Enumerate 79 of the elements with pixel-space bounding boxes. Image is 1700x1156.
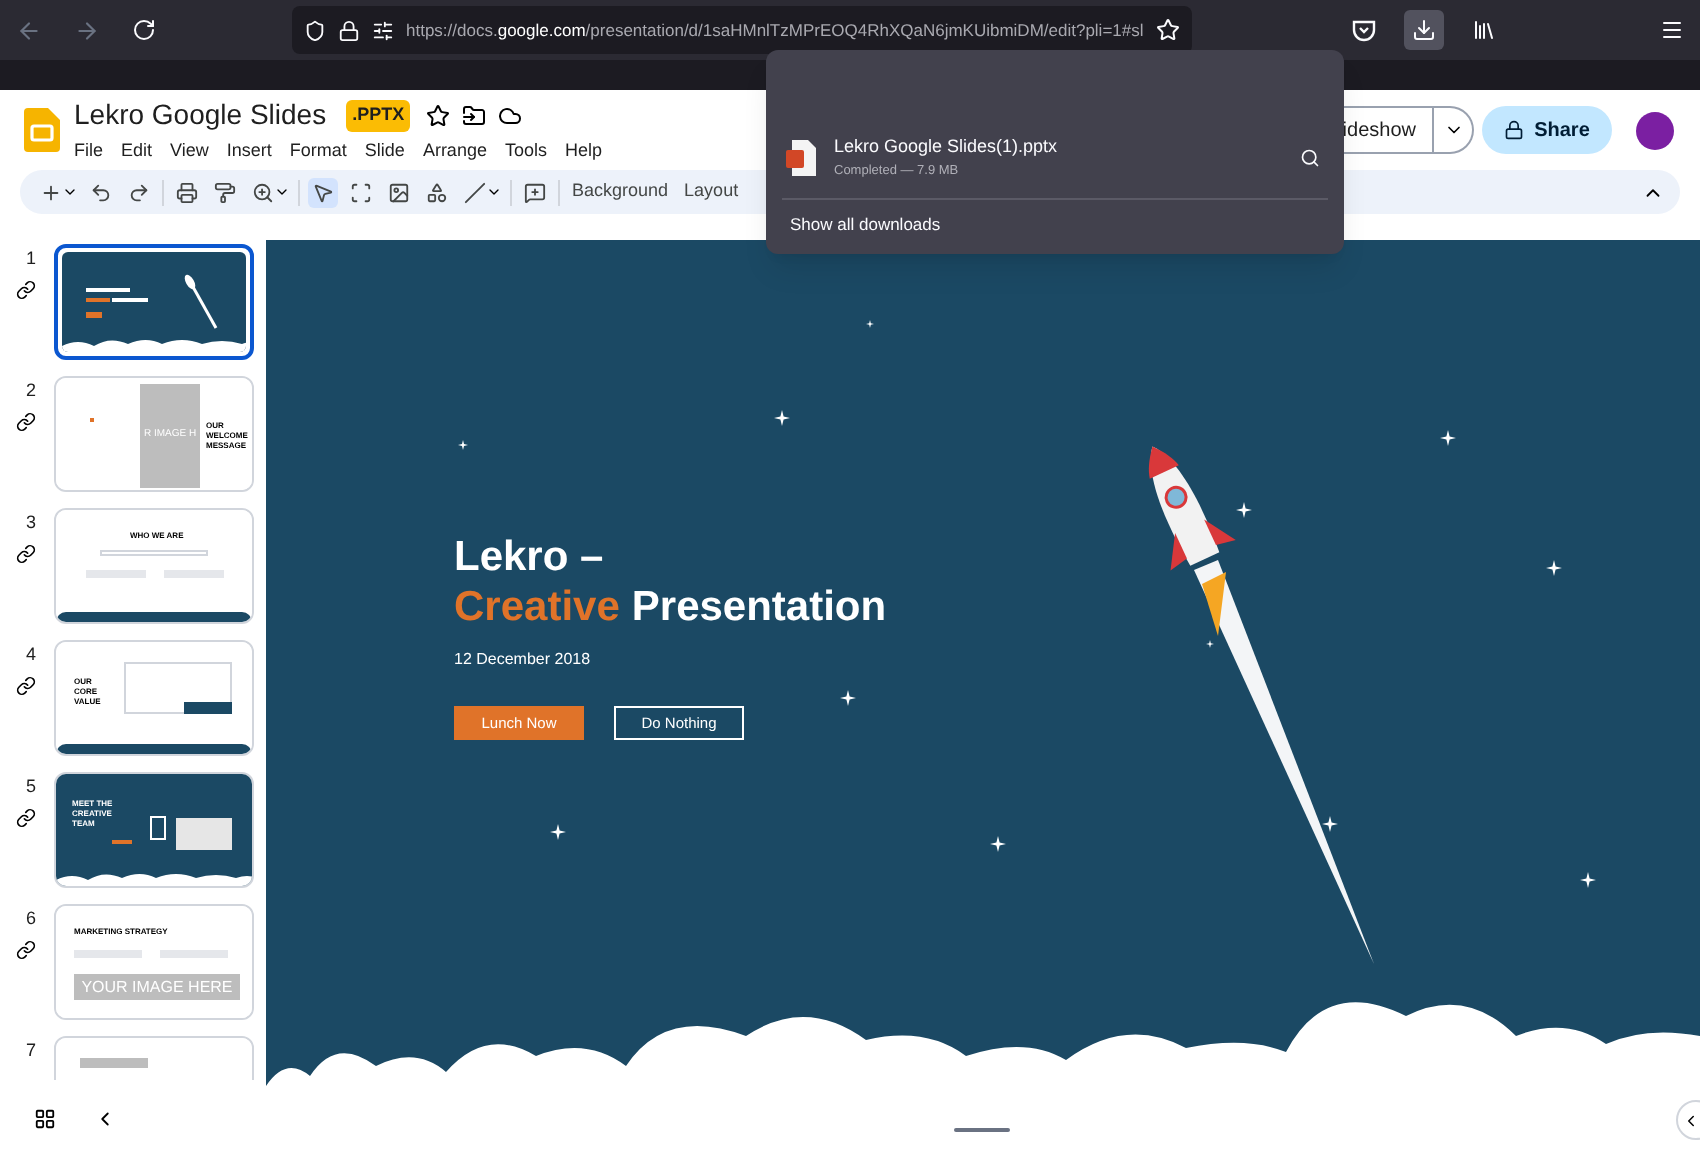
share-button[interactable]: Share bbox=[1482, 106, 1612, 154]
slide-title: Creative bbox=[454, 582, 620, 632]
chevron-left-icon bbox=[1682, 1111, 1700, 1129]
downloads-button[interactable] bbox=[1404, 10, 1444, 50]
menu-icon[interactable] bbox=[1660, 18, 1684, 42]
menu-item[interactable]: View bbox=[170, 138, 209, 166]
grid-view-icon[interactable] bbox=[34, 1107, 56, 1129]
menu-item[interactable]: Arrange bbox=[422, 138, 487, 166]
menu-item[interactable]: File bbox=[74, 138, 104, 166]
slide-number: 2 bbox=[25, 378, 36, 404]
slide-date: 12 December 2018 bbox=[454, 648, 591, 672]
link-icon bbox=[15, 939, 35, 959]
library-icon[interactable] bbox=[1472, 18, 1496, 42]
link-icon bbox=[15, 807, 35, 827]
reload-icon[interactable] bbox=[132, 18, 156, 42]
show-all-downloads-link[interactable]: Show all downloads bbox=[790, 212, 1328, 238]
download-icon bbox=[1412, 18, 1436, 42]
lock-icon[interactable] bbox=[338, 19, 360, 41]
download-filename[interactable]: Lekro Google Slides(1).pptx bbox=[834, 133, 1058, 161]
cloud-icon[interactable] bbox=[498, 103, 523, 128]
menu-item[interactable]: Tools bbox=[504, 138, 547, 166]
lock-icon bbox=[1504, 120, 1525, 140]
link-icon bbox=[15, 675, 35, 695]
slide-thumbnail[interactable] bbox=[54, 244, 254, 360]
slide-number: 6 bbox=[25, 906, 36, 932]
back-icon[interactable] bbox=[16, 17, 42, 43]
slide-number: 3 bbox=[25, 510, 36, 536]
star-icon bbox=[1322, 816, 1338, 832]
star-icon bbox=[990, 836, 1006, 852]
file-type-badge: .PPTX bbox=[346, 100, 411, 131]
slide-number: 1 bbox=[25, 246, 36, 272]
slide-number: 5 bbox=[25, 774, 36, 800]
avatar[interactable] bbox=[1636, 111, 1674, 149]
link-icon bbox=[15, 543, 35, 563]
move-folder-icon[interactable] bbox=[462, 103, 487, 128]
star-icon bbox=[550, 824, 566, 840]
star-icon bbox=[1236, 502, 1252, 518]
presentation-file-icon bbox=[786, 140, 816, 176]
toolbar-button[interactable]: Layout bbox=[680, 178, 743, 206]
menu-item[interactable]: Insert bbox=[226, 138, 272, 166]
pocket-icon[interactable] bbox=[1352, 19, 1376, 41]
slide-number: 4 bbox=[25, 642, 36, 668]
star-icon bbox=[866, 320, 874, 328]
star-icon bbox=[1440, 430, 1456, 446]
star-icon bbox=[458, 440, 468, 450]
menu-item[interactable]: Edit bbox=[121, 138, 153, 166]
slide-title: Presentation bbox=[631, 582, 887, 632]
line-icon[interactable] bbox=[460, 177, 490, 207]
menu-item[interactable]: Slide bbox=[364, 138, 405, 166]
link-icon bbox=[15, 279, 35, 299]
star-icon[interactable] bbox=[426, 103, 451, 128]
address-bar[interactable]: https://docs.google.com/presentation/d/1saHMnlTzMPrEOQ4RhXQaN6jmKUibmiDM/edit?pli=1#sl bbox=[292, 6, 1192, 54]
star-icon bbox=[1206, 640, 1214, 648]
pointer-icon[interactable] bbox=[308, 177, 338, 207]
scroll-handle[interactable] bbox=[954, 1128, 1010, 1132]
bookmark-star-icon[interactable] bbox=[1156, 18, 1180, 42]
image-placeholder: YOUR IMAGE HERE bbox=[74, 974, 240, 1000]
menu-item[interactable]: Format bbox=[289, 138, 347, 166]
menu-item[interactable]: Help bbox=[564, 138, 602, 166]
forward-icon[interactable] bbox=[74, 17, 100, 43]
slide-title: Lekro – bbox=[454, 532, 604, 582]
caret-icon[interactable] bbox=[486, 184, 502, 200]
star-icon bbox=[774, 410, 790, 426]
caret-icon[interactable] bbox=[62, 184, 78, 200]
search-icon[interactable] bbox=[1300, 148, 1320, 168]
toolbar-button[interactable]: Background bbox=[568, 178, 673, 206]
star-icon bbox=[1580, 872, 1596, 888]
star-icon bbox=[840, 690, 856, 706]
document-title[interactable]: Lekro Google Slides bbox=[74, 94, 327, 137]
slide-number: 7 bbox=[25, 1038, 36, 1064]
shield-icon[interactable] bbox=[304, 19, 326, 41]
print-icon[interactable] bbox=[172, 177, 202, 207]
caret-icon[interactable] bbox=[274, 184, 290, 200]
link-icon bbox=[15, 411, 35, 431]
paint-roller-icon[interactable] bbox=[210, 177, 240, 207]
permissions-icon[interactable] bbox=[372, 19, 394, 41]
rocket-icon bbox=[182, 272, 222, 332]
url-text: https://docs.google.com/presentation/d/1saHMnlTzMPrEOQ4RhXQaN6jmKUibmiDM/edit?pli=1#sl bbox=[406, 17, 1144, 43]
star-icon bbox=[1546, 560, 1562, 576]
